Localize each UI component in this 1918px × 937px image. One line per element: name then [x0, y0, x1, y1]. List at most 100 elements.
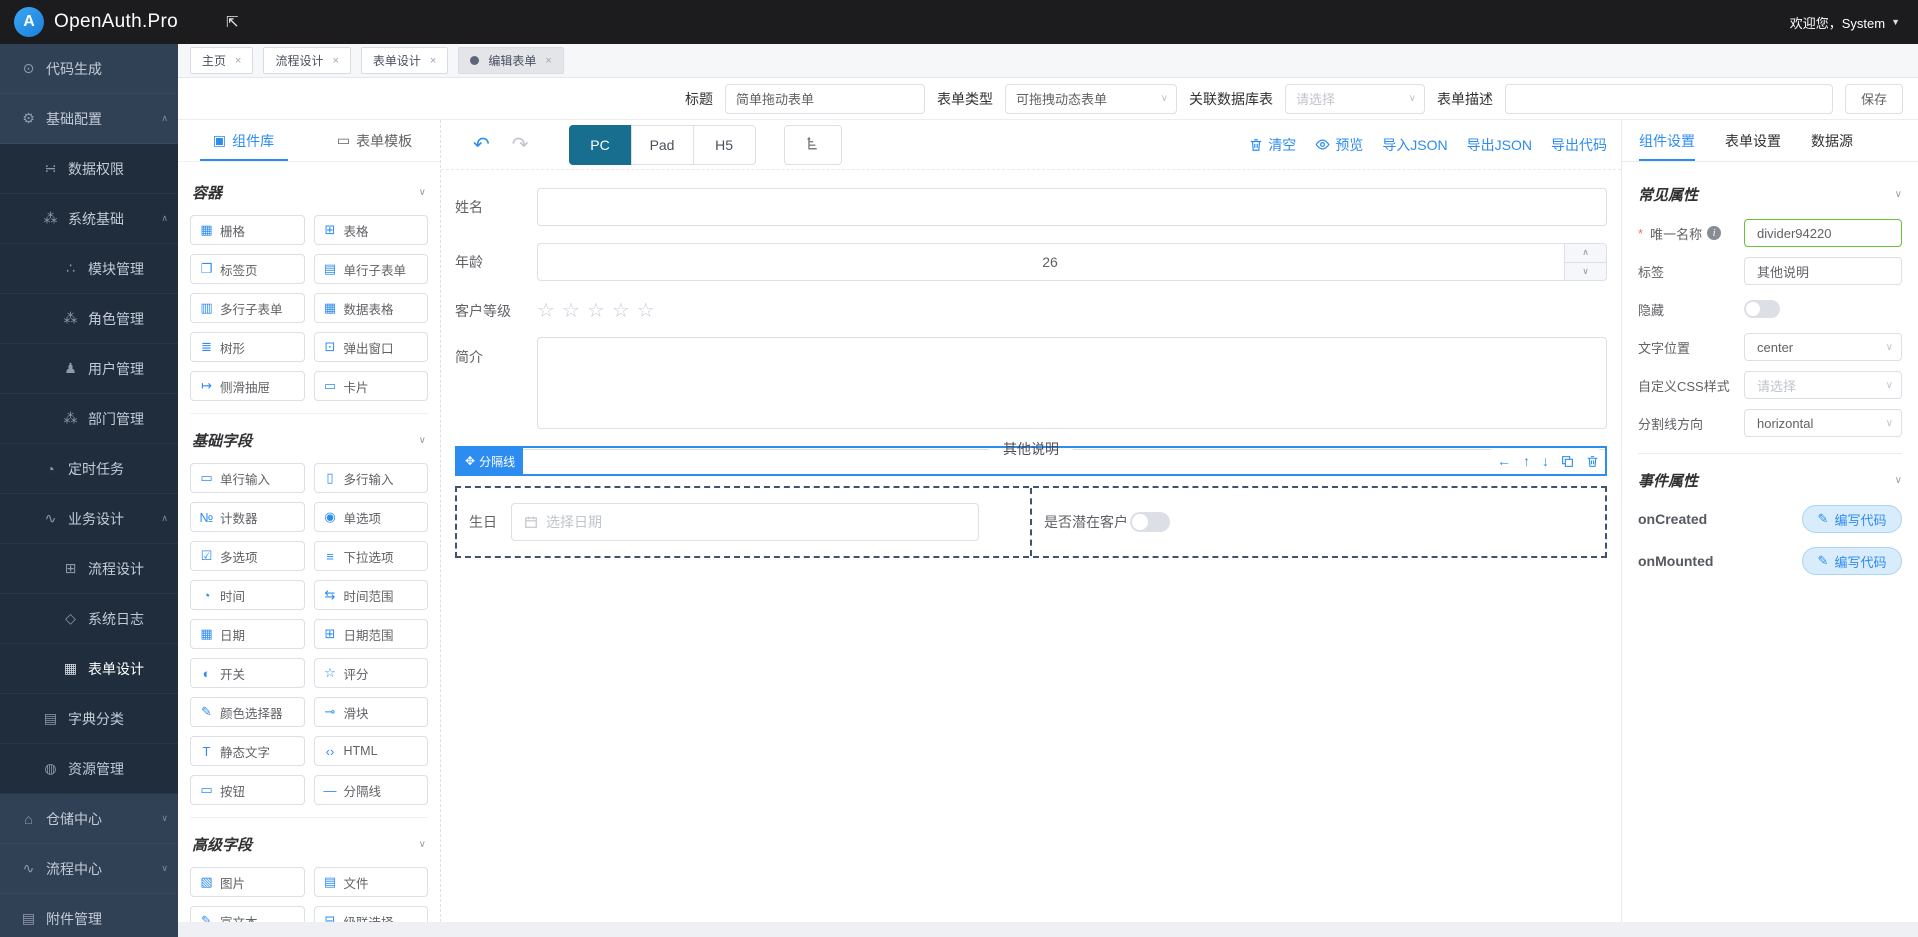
close-icon[interactable]: ×: [235, 55, 241, 67]
stepper-up-icon[interactable]: ∧: [1565, 244, 1606, 263]
component-single-subform[interactable]: ▤单行子表单: [314, 254, 429, 284]
unique-name-input[interactable]: divider94220: [1744, 219, 1902, 247]
sidebar-item-data-permission[interactable]: ∺数据权限: [0, 144, 178, 194]
component-date[interactable]: ▦日期: [190, 619, 305, 649]
form-title-input[interactable]: [725, 84, 925, 114]
page-tab-2[interactable]: 流程设计×: [263, 47, 350, 74]
star-icon[interactable]: ☆: [562, 298, 580, 323]
name-input[interactable]: [537, 188, 1607, 226]
move-up-icon[interactable]: ↑: [1523, 453, 1530, 469]
component-radio[interactable]: ◉单选项: [314, 502, 429, 532]
app-logo[interactable]: A OpenAuth.Pro: [14, 7, 178, 37]
inspector-tab-3[interactable]: 数据源: [1811, 120, 1853, 161]
inspector-tab-1[interactable]: 组件设置: [1639, 120, 1695, 161]
component-rich-text[interactable]: ✎富文本: [190, 906, 305, 922]
export-json-button[interactable]: 导出JSON: [1467, 135, 1532, 155]
component-drag-handle[interactable]: ✥ 分隔线: [457, 448, 523, 474]
inspector-tab-2[interactable]: 表单设置: [1725, 120, 1781, 161]
component-image[interactable]: ▧图片: [190, 867, 305, 897]
component-checkbox[interactable]: ☑多选项: [190, 541, 305, 571]
component-cascader[interactable]: ⊟级联选择: [314, 906, 429, 922]
move-down-icon[interactable]: ↓: [1542, 453, 1549, 469]
divider-direction-select[interactable]: horizontal∨: [1744, 409, 1902, 437]
copy-icon[interactable]: [1561, 455, 1574, 468]
component-time[interactable]: ◔时间: [190, 580, 305, 610]
component-multi-subform[interactable]: ▥多行子表单: [190, 293, 305, 323]
db-table-select[interactable]: 请选择 ∨: [1285, 84, 1425, 114]
component-tree[interactable]: ≣树形: [190, 332, 305, 362]
component-drawer[interactable]: ↦侧滑抽屉: [190, 371, 305, 401]
common-props-header[interactable]: 常见属性 ∨: [1638, 184, 1902, 205]
component-popup[interactable]: ⊡弹出窗口: [314, 332, 429, 362]
library-tab-2[interactable]: ▭表单模板: [309, 120, 440, 161]
event-props-header[interactable]: 事件属性 ∨: [1638, 470, 1902, 491]
component-slider[interactable]: ⊸滑块: [314, 697, 429, 727]
stepper-down-icon[interactable]: ∨: [1565, 263, 1606, 281]
save-button[interactable]: 保存: [1845, 84, 1903, 114]
outline-tree-button[interactable]: [784, 125, 842, 165]
sidebar-item-resource-mgmt[interactable]: ◍资源管理: [0, 744, 178, 794]
sidebar-item-base-config[interactable]: ⚙基础配置∧: [0, 94, 178, 144]
sidebar-item-form-design[interactable]: ▦表单设计: [0, 644, 178, 694]
sidebar-item-business-design[interactable]: ∿业务设计∧: [0, 494, 178, 544]
move-left-icon[interactable]: ←: [1497, 453, 1511, 469]
component-grid[interactable]: ▦栅格: [190, 215, 305, 245]
close-icon[interactable]: ×: [545, 55, 551, 67]
export-code-button[interactable]: 导出代码: [1551, 135, 1607, 155]
custom-css-select[interactable]: 请选择∨: [1744, 371, 1902, 399]
component-counter[interactable]: №计数器: [190, 502, 305, 532]
component-table[interactable]: ⊞表格: [314, 215, 429, 245]
component-select[interactable]: ≡下拉选项: [314, 541, 429, 571]
section-header[interactable]: 基础字段∨: [192, 430, 426, 451]
component-multi-input[interactable]: ▯多行输入: [314, 463, 429, 493]
page-tab-1[interactable]: 主页×: [190, 47, 253, 74]
selected-divider-component[interactable]: 其他说明 ✥ 分隔线 ← ↑ ↓: [455, 446, 1607, 476]
component-divider[interactable]: —分隔线: [314, 775, 429, 805]
undo-icon[interactable]: ↶: [473, 135, 490, 155]
component-card[interactable]: ▭卡片: [314, 371, 429, 401]
prospect-toggle[interactable]: [1130, 512, 1170, 532]
write-code-button[interactable]: ✎编写代码: [1802, 505, 1902, 533]
section-header[interactable]: 容器∨: [192, 182, 426, 203]
form-desc-input[interactable]: [1505, 84, 1833, 114]
sidebar-item-process-center[interactable]: ∿流程中心∨: [0, 844, 178, 894]
form-type-select[interactable]: 可拖拽动态表单 ∨: [1005, 84, 1177, 114]
component-data-table[interactable]: ▦数据表格: [314, 293, 429, 323]
birthday-date-picker[interactable]: 选择日期: [511, 503, 979, 541]
import-json-button[interactable]: 导入JSON: [1382, 135, 1447, 155]
preview-button[interactable]: 预览: [1315, 135, 1363, 155]
age-input[interactable]: 26 ∧ ∨: [537, 243, 1607, 281]
write-code-button[interactable]: ✎编写代码: [1802, 547, 1902, 575]
sidebar-item-dict-category[interactable]: ▤字典分类: [0, 694, 178, 744]
star-icon[interactable]: ☆: [587, 298, 605, 323]
sidebar-item-role-mgmt[interactable]: ⁂角色管理: [0, 294, 178, 344]
intro-textarea[interactable]: [537, 337, 1607, 429]
component-button[interactable]: ▭按钮: [190, 775, 305, 805]
redo-icon[interactable]: ↷: [512, 135, 529, 155]
sidebar-item-module-mgmt[interactable]: ∴模块管理: [0, 244, 178, 294]
page-tab-3[interactable]: 表单设计×: [361, 47, 448, 74]
component-rate[interactable]: ☆评分: [314, 658, 429, 688]
star-icon[interactable]: ☆: [637, 298, 655, 323]
close-icon[interactable]: ×: [430, 55, 436, 67]
device-toggle-pad[interactable]: Pad: [631, 125, 694, 165]
page-tab-4[interactable]: 编辑表单×: [458, 47, 563, 74]
close-icon[interactable]: ×: [332, 55, 338, 67]
sidebar-item-codegen[interactable]: ⊙代码生成: [0, 44, 178, 94]
text-position-select[interactable]: center∨: [1744, 333, 1902, 361]
sidebar-item-system-base[interactable]: ⁂系统基础∧: [0, 194, 178, 244]
selected-grid-row[interactable]: 生日 选择日期 是否潜在客户: [455, 486, 1607, 558]
section-header[interactable]: 高级字段∨: [192, 834, 426, 855]
hidden-toggle[interactable]: [1744, 300, 1780, 318]
component-date-range[interactable]: ⊞日期范围: [314, 619, 429, 649]
sidebar-item-dept-mgmt[interactable]: ⁂部门管理: [0, 394, 178, 444]
device-toggle-pc[interactable]: PC: [569, 125, 632, 165]
component-switch[interactable]: ◐开关: [190, 658, 305, 688]
delete-icon[interactable]: [1586, 455, 1599, 468]
info-icon[interactable]: i: [1707, 226, 1721, 240]
label-input[interactable]: 其他说明: [1744, 257, 1902, 285]
component-color-picker[interactable]: ✎颜色选择器: [190, 697, 305, 727]
component-file[interactable]: ▤文件: [314, 867, 429, 897]
star-icon[interactable]: ☆: [537, 298, 555, 323]
component-static-text[interactable]: T静态文字: [190, 736, 305, 766]
